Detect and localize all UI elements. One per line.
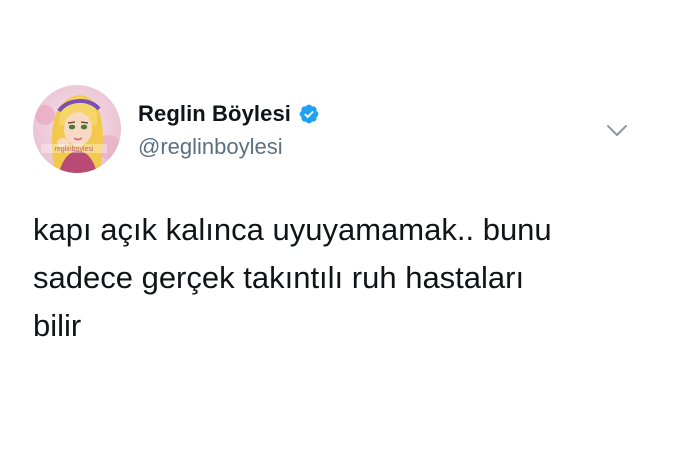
author-handle[interactable]: @reglinboylesi [138, 134, 283, 160]
display-name[interactable]: Reglin Böylesi [138, 101, 291, 127]
tweet-card: reglinboylesi Reglin Böylesi @reglinboyl… [0, 0, 690, 465]
avatar-watermark: reglinboylesi [55, 146, 94, 153]
author-name-row[interactable]: Reglin Böylesi [138, 99, 320, 129]
tweet-text: kapı açık kalınca uyuyamamak.. bunu sade… [33, 212, 552, 343]
chevron-down-icon[interactable] [606, 123, 628, 139]
avatar-image: reglinboylesi [33, 85, 121, 173]
avatar[interactable]: reglinboylesi [33, 85, 121, 173]
verified-badge-icon [298, 103, 320, 125]
